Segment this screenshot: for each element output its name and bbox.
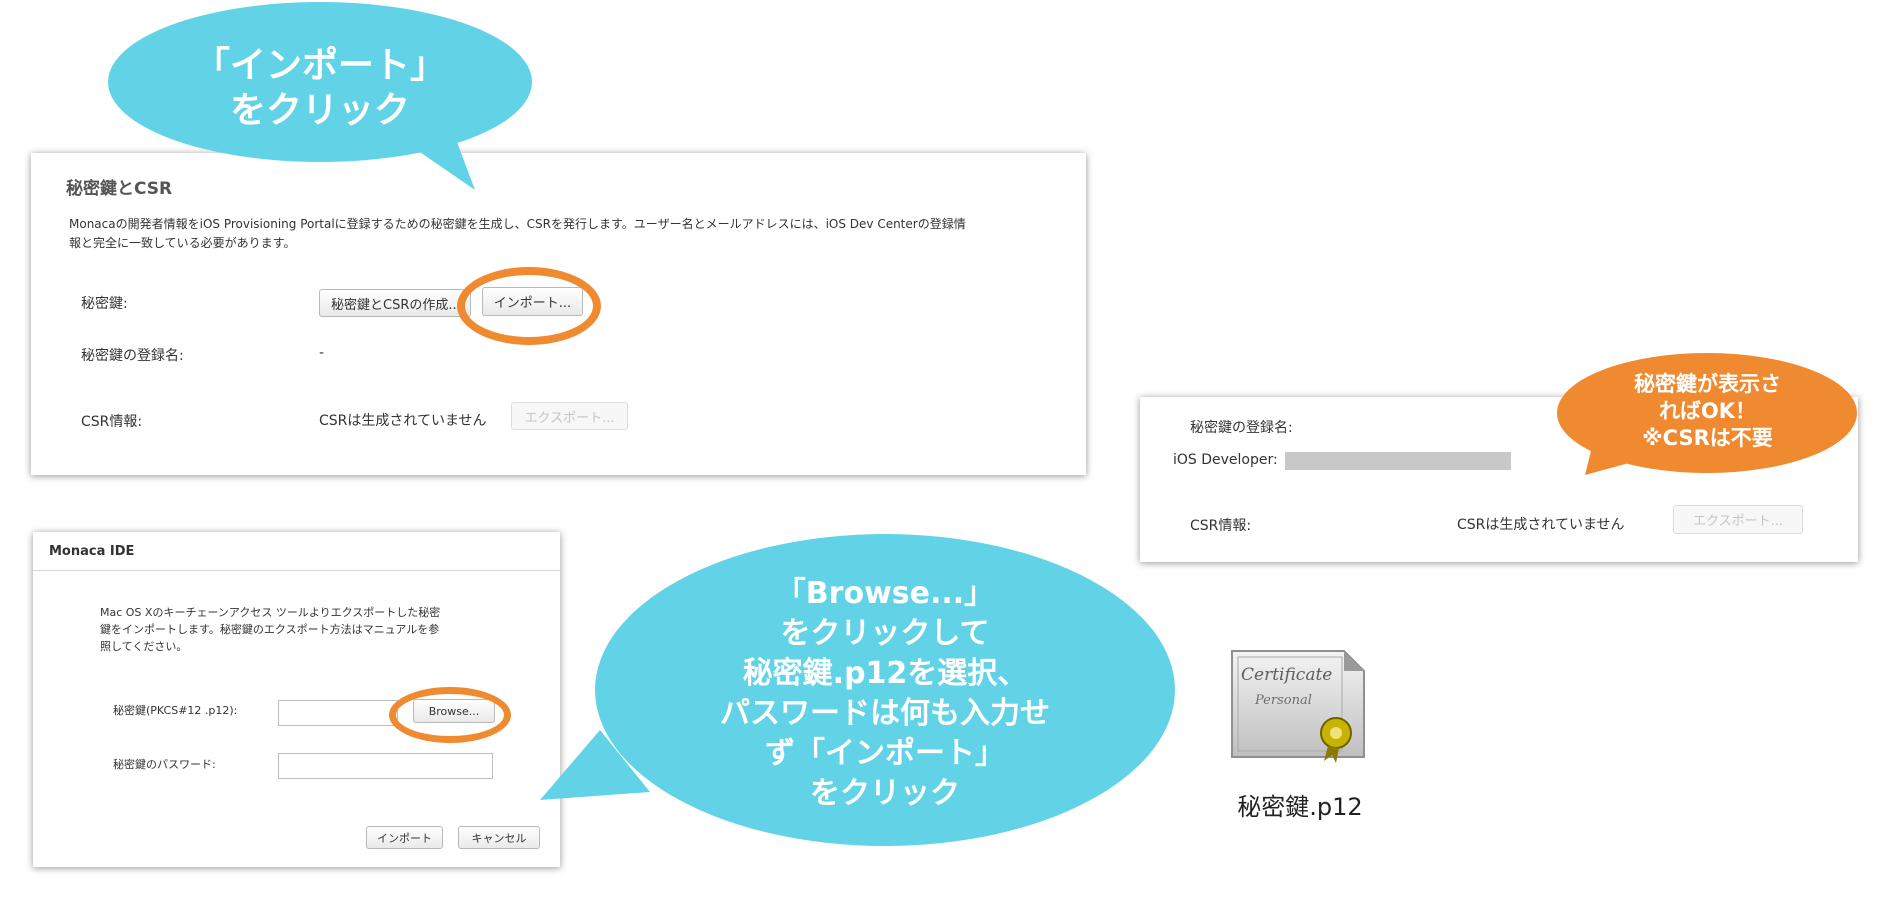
result-registered-name-label: 秘密鍵の登録名: bbox=[1190, 420, 1293, 436]
password-input[interactable] bbox=[278, 753, 493, 779]
bubble-browse-line4: パスワードは何も入力せ bbox=[720, 696, 1050, 731]
registered-name-label: 秘密鍵の登録名: bbox=[81, 348, 184, 364]
dialog-title: Monaca IDE bbox=[49, 544, 135, 559]
bubble-browse-line5: ず「インポート」 bbox=[765, 736, 1005, 771]
registered-name-value: - bbox=[319, 345, 325, 361]
private-key-label: 秘密鍵: bbox=[81, 296, 128, 312]
bubble-ok-line1: 秘密鍵が表示さ bbox=[1634, 372, 1781, 396]
result-csr-status: CSRは生成されていません bbox=[1457, 517, 1625, 533]
bubble-ok-line2: ればOK！ bbox=[1658, 399, 1757, 423]
panel-description-line2: 報と完全に一致している必要があります。 bbox=[69, 236, 296, 250]
csr-status-value: CSRは生成されていません bbox=[319, 413, 487, 429]
dialog-description-line1: Mac OS Xのキーチェーンアクセス ツールよりエクスポートした秘密 bbox=[100, 606, 441, 619]
dialog-cancel-button[interactable]: キャンセル bbox=[458, 826, 540, 849]
import-highlight-ring bbox=[457, 267, 601, 345]
certificate-icon-title: Certificate bbox=[1241, 665, 1333, 685]
password-field-label: 秘密鍵のパスワード: bbox=[113, 758, 216, 771]
certificate-file[interactable]: Certificate Personal 秘密鍵.p12 bbox=[1225, 645, 1375, 825]
certificate-filename: 秘密鍵.p12 bbox=[1237, 793, 1363, 821]
result-developer-label: iOS Developer: bbox=[1173, 452, 1278, 468]
csr-info-label: CSR情報: bbox=[81, 414, 143, 430]
export-button[interactable]: エクスポート... bbox=[511, 402, 628, 430]
bubble-browse-line1: 「Browse...」 bbox=[775, 576, 995, 611]
dialog-description-line3: 照してください。 bbox=[100, 640, 188, 653]
file-field-label: 秘密鍵(PKCS#12 .p12): bbox=[113, 704, 238, 717]
bubble-browse-line3: 秘密鍵.p12を選択、 bbox=[742, 656, 1028, 691]
panel-description-line1: Monacaの開発者情報をiOS Provisioning Portalに登録す… bbox=[69, 217, 966, 231]
redacted-developer-name bbox=[1285, 452, 1511, 470]
bubble-ok-line3: ※CSRは不要 bbox=[1642, 426, 1773, 450]
create-key-csr-button[interactable]: 秘密鍵とCSRの作成... bbox=[319, 289, 471, 317]
result-export-button[interactable]: エクスポート... bbox=[1673, 505, 1803, 534]
dialog-title-divider bbox=[33, 570, 560, 571]
bubble-browse-line2: をクリックして bbox=[780, 616, 990, 651]
dialog-description-line2: 鍵をインポートします。秘密鍵のエクスポート方法はマニュアルを参 bbox=[100, 623, 440, 636]
file-path-input[interactable] bbox=[278, 700, 398, 726]
result-csr-label: CSR情報: bbox=[1190, 518, 1252, 534]
dialog-import-button[interactable]: インポート bbox=[366, 826, 443, 849]
certificate-icon-subtitle: Personal bbox=[1255, 693, 1312, 708]
bubble-import-line2: をクリック bbox=[229, 90, 410, 131]
browse-highlight-ring bbox=[389, 687, 511, 743]
bubble-browse-line6: をクリック bbox=[810, 776, 960, 811]
